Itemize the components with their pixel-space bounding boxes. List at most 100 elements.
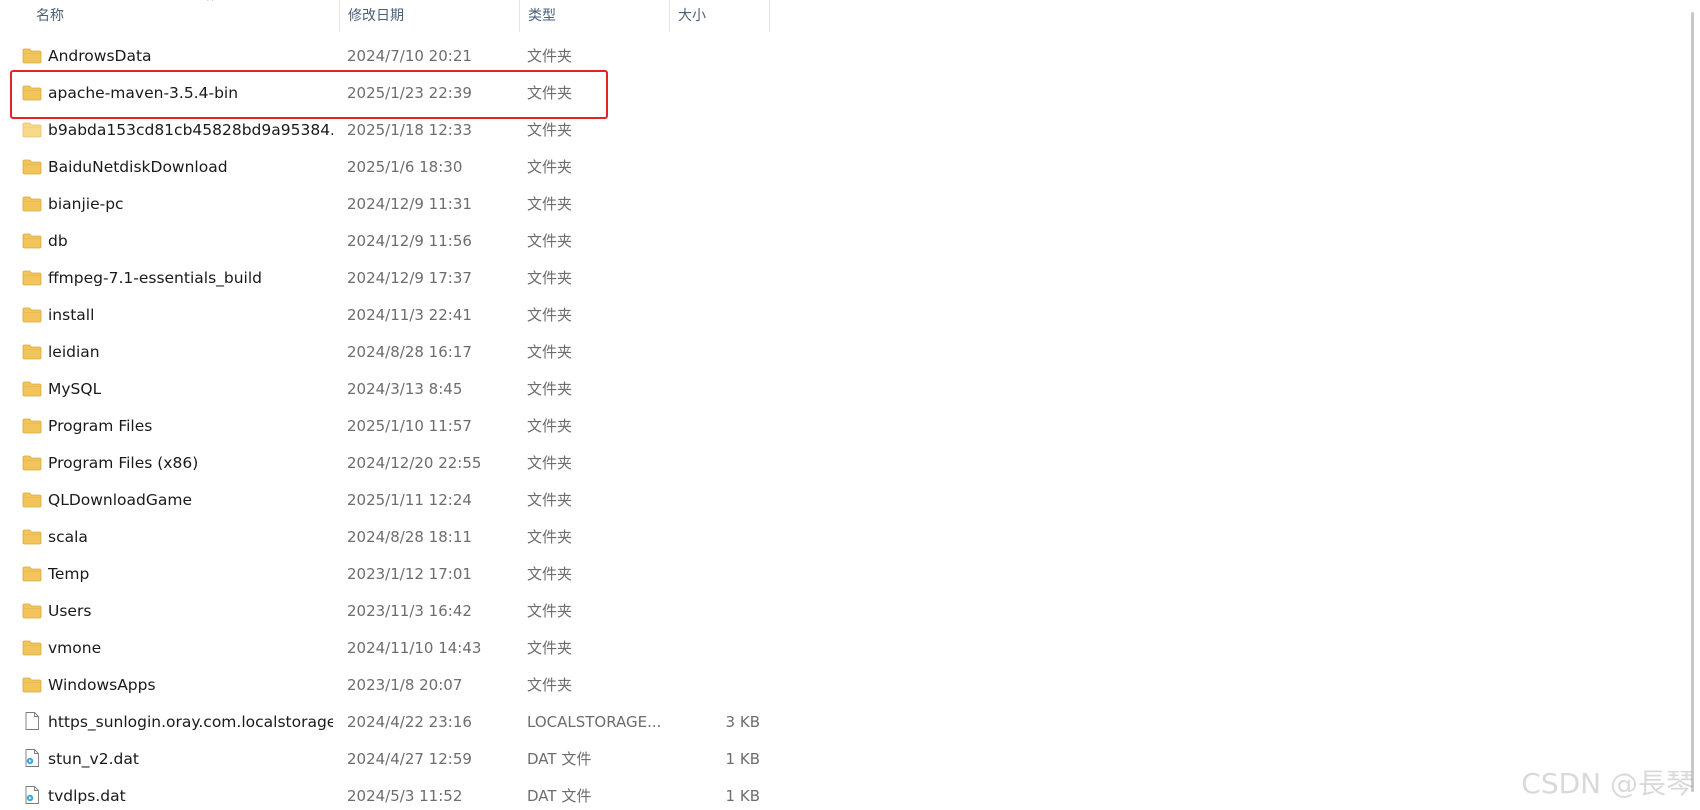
file-type: 文件夹 — [527, 380, 573, 398]
file-name: Users — [48, 602, 92, 620]
file-type: DAT 文件 — [527, 750, 592, 768]
dat-file-icon — [22, 786, 42, 804]
file-type: 文件夹 — [527, 676, 573, 694]
file-date: 2025/1/18 12:33 — [347, 121, 472, 139]
file-row[interactable]: https_sunlogin.oray.com.localstorage 2024… — [0, 704, 770, 741]
file-name: Temp — [48, 565, 90, 583]
folder-icon — [22, 640, 42, 656]
file-row[interactable]: ffmpeg-7.1-essentials_build 2024/12/9 17:… — [0, 260, 770, 297]
file-name: scala — [48, 528, 88, 546]
file-row[interactable]: apache-maven-3.5.4-bin 2025/1/23 22:39 文件夹 — [0, 75, 770, 112]
file-row[interactable]: tvdlps.dat 2024/5/3 11:52 DAT 文件 1 KB — [0, 778, 770, 810]
file-name: vmone — [48, 639, 102, 657]
file-size: 3 KB — [725, 713, 760, 731]
folder-icon — [22, 603, 42, 619]
file-date: 2024/8/28 18:11 — [347, 528, 472, 546]
watermark: CSDN @長琴 — [1521, 767, 1694, 800]
file-row[interactable]: Temp 2023/1/12 17:01 文件夹 — [0, 556, 770, 593]
file-type: 文件夹 — [527, 491, 573, 509]
folder-icon — [22, 159, 42, 175]
file-date: 2024/5/3 11:52 — [347, 787, 463, 805]
file-date: 2024/11/3 22:41 — [347, 306, 472, 324]
file-row[interactable]: Program Files 2025/1/10 11:57 文件夹 — [0, 408, 770, 445]
file-name: db — [48, 232, 68, 250]
file-date: 2025/1/11 12:24 — [347, 491, 472, 509]
file-name: apache-maven-3.5.4-bin — [48, 84, 239, 102]
file-date: 2023/1/12 17:01 — [347, 565, 472, 583]
file-date: 2024/4/27 12:59 — [347, 750, 472, 768]
file-type: 文件夹 — [527, 565, 573, 583]
file-type: 文件夹 — [527, 528, 573, 546]
file-name: install — [48, 306, 95, 324]
folder-icon — [22, 492, 42, 508]
folder-icon — [22, 418, 42, 434]
file-date: 2025/1/23 22:39 — [347, 84, 472, 102]
file-name: bianjie-pc — [48, 195, 124, 213]
file-row[interactable]: stun_v2.dat 2024/4/27 12:59 DAT 文件 1 KB — [0, 741, 770, 778]
file-name: Program Files — [48, 417, 153, 435]
file-row[interactable]: install 2024/11/3 22:41 文件夹 — [0, 297, 770, 334]
column-header-type-label: 类型 — [528, 8, 556, 24]
file-type: LOCALSTORAGE... — [527, 713, 662, 731]
folder-icon — [22, 344, 42, 360]
file-name: BaiduNetdiskDownload — [48, 158, 228, 176]
folder-icon — [22, 566, 42, 582]
file-row[interactable]: Program Files (x86) 2024/12/20 22:55 文件夹 — [0, 445, 770, 482]
folder-icon — [22, 677, 42, 693]
column-header: 名称 ^ 修改日期 类型 大小 — [0, 0, 770, 32]
file-name: WindowsApps — [48, 676, 156, 694]
dat-file-icon — [22, 749, 42, 767]
file-date: 2024/8/28 16:17 — [347, 343, 472, 361]
folder-icon — [22, 270, 42, 286]
file-type: 文件夹 — [527, 232, 573, 250]
file-type: 文件夹 — [527, 121, 573, 139]
file-row[interactable]: AndrowsData 2024/7/10 20:21 文件夹 — [0, 38, 770, 75]
file-row[interactable]: MySQL 2024/3/13 8:45 文件夹 — [0, 371, 770, 408]
folder-light-icon — [22, 122, 42, 138]
file-type: 文件夹 — [527, 454, 573, 472]
file-row[interactable]: WindowsApps 2023/1/8 20:07 文件夹 — [0, 667, 770, 704]
file-name: tvdlps.dat — [48, 787, 126, 805]
file-date: 2025/1/10 11:57 — [347, 417, 472, 435]
file-date: 2024/12/9 17:37 — [347, 269, 472, 287]
folder-icon — [22, 529, 42, 545]
column-header-size[interactable]: 大小 — [670, 0, 770, 32]
file-type: 文件夹 — [527, 417, 573, 435]
file-name: MySQL — [48, 380, 102, 398]
file-row[interactable]: leidian 2024/8/28 16:17 文件夹 — [0, 334, 770, 371]
file-date: 2025/1/6 18:30 — [347, 158, 463, 176]
file-date: 2024/4/22 23:16 — [347, 713, 472, 731]
file-type: 文件夹 — [527, 84, 573, 102]
file-type: 文件夹 — [527, 158, 573, 176]
column-header-date-label: 修改日期 — [348, 8, 404, 24]
file-row[interactable]: Users 2023/11/3 16:42 文件夹 — [0, 593, 770, 630]
file-row[interactable]: QLDownloadGame 2025/1/11 12:24 文件夹 — [0, 482, 770, 519]
file-row[interactable]: scala 2024/8/28 18:11 文件夹 — [0, 519, 770, 556]
folder-icon — [22, 307, 42, 323]
column-header-type[interactable]: 类型 — [520, 0, 670, 32]
file-date: 2023/1/8 20:07 — [347, 676, 463, 694]
file-row[interactable]: bianjie-pc 2024/12/9 11:31 文件夹 — [0, 186, 770, 223]
file-type: 文件夹 — [527, 47, 573, 65]
file-type: 文件夹 — [527, 269, 573, 287]
file-row[interactable]: BaiduNetdiskDownload 2025/1/6 18:30 文件夹 — [0, 149, 770, 186]
column-header-date[interactable]: 修改日期 — [340, 0, 520, 32]
column-header-size-label: 大小 — [678, 8, 706, 24]
file-type: 文件夹 — [527, 195, 573, 213]
folder-icon — [22, 233, 42, 249]
file-name: QLDownloadGame — [48, 491, 193, 509]
file-type: 文件夹 — [527, 343, 573, 361]
file-type: DAT 文件 — [527, 787, 592, 805]
file-size: 1 KB — [725, 750, 760, 768]
column-header-name-label: 名称 — [36, 8, 64, 24]
folder-icon — [22, 455, 42, 471]
file-type: 文件夹 — [527, 306, 573, 324]
file-date: 2024/12/9 11:56 — [347, 232, 472, 250]
column-header-name[interactable]: 名称 ^ — [28, 0, 340, 32]
vertical-scrollbar[interactable] — [1691, 12, 1694, 792]
file-name: Program Files (x86) — [48, 454, 199, 472]
file-row[interactable]: b9abda153cd81cb45828bd9a95384... 2025/1/1… — [0, 112, 770, 149]
file-type: 文件夹 — [527, 602, 573, 620]
file-row[interactable]: db 2024/12/9 11:56 文件夹 — [0, 223, 770, 260]
file-row[interactable]: vmone 2024/11/10 14:43 文件夹 — [0, 630, 770, 667]
